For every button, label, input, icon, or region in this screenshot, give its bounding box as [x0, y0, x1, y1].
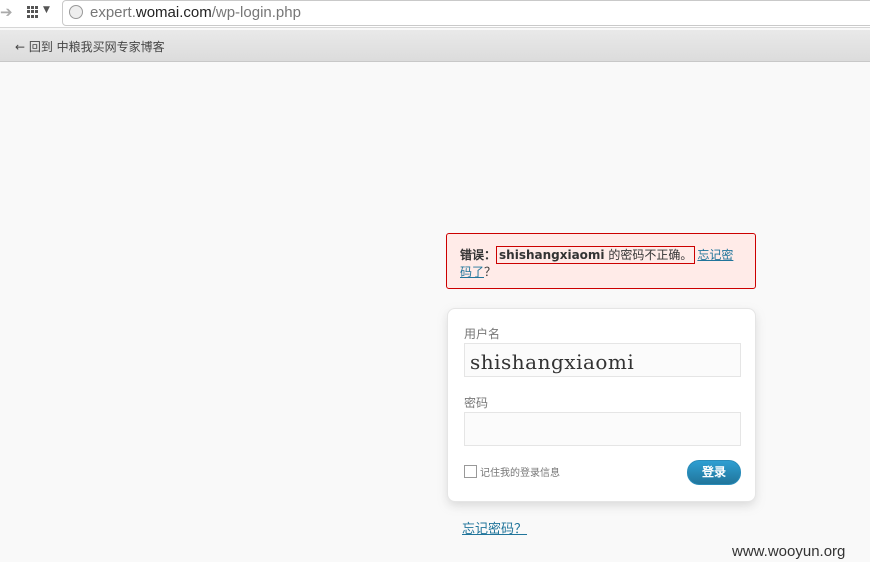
password-label: 密码: [464, 396, 489, 410]
remember-me-label: 记住我的登录信息: [480, 468, 560, 479]
globe-icon: [69, 5, 83, 19]
username-input[interactable]: shishangxiaomi: [464, 343, 741, 377]
browser-toolbar: ➔ ▼ expert.womai.com/wp-login.php: [0, 0, 870, 28]
apps-grid-icon[interactable]: [27, 6, 39, 18]
forward-icon[interactable]: ➔: [0, 3, 13, 21]
remember-me[interactable]: 记住我的登录信息: [464, 464, 560, 479]
error-label: 错误：: [460, 248, 497, 262]
password-input[interactable]: [464, 412, 741, 446]
watermark: www.wooyun.org: [732, 543, 846, 560]
error-suffix: ？: [484, 265, 497, 279]
back-to-blog-link[interactable]: ← 回到 中粮我买网专家博客: [15, 38, 165, 55]
username-label: 用户名: [464, 327, 501, 341]
login-form: 用户名 shishangxiaomi 密码 记住我的登录信息 登录: [447, 308, 756, 502]
forgot-password-link[interactable]: 忘记密码？: [462, 518, 527, 537]
login-button[interactable]: 登录: [687, 460, 741, 485]
error-username-highlight: shishangxiaomi 的密码不正确。: [496, 246, 696, 264]
back-to-blog-bar: ← 回到 中粮我买网专家博客: [0, 30, 870, 62]
login-error-message: 错误： shishangxiaomi 的密码不正确。 忘记密码了？: [446, 233, 756, 289]
remember-me-checkbox[interactable]: [464, 465, 477, 478]
url-text[interactable]: expert.womai.com/wp-login.php: [90, 4, 301, 21]
chevron-down-icon[interactable]: ▼: [43, 5, 50, 15]
address-bar[interactable]: expert.womai.com/wp-login.php: [62, 0, 870, 26]
